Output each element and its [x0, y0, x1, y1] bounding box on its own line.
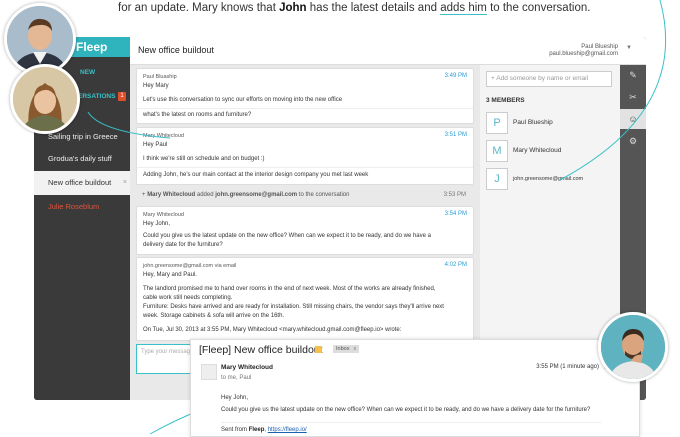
message-sender: Mary Whitecloud: [143, 133, 184, 139]
members-count-heading: 3 MEMBERS: [486, 97, 525, 104]
message-sender: john.greensome@gmail.com via email: [143, 263, 237, 269]
sidebar-item-label: Sailing trip in Greece: [48, 132, 118, 141]
gear-icon[interactable]: ⚙: [620, 131, 646, 151]
sidebar-item-new-office[interactable]: New office buildout ×: [34, 171, 130, 195]
account-header: Paul Blueship paul.blueship@gmail.com ▼: [480, 37, 646, 65]
member-item[interactable]: M Mary Whitecloud: [486, 140, 612, 167]
message-divider: [137, 167, 473, 168]
message-time[interactable]: 3:51 PM: [445, 132, 467, 138]
member-name: Paul Blueship: [513, 119, 553, 126]
message-line: Hey Mary: [143, 83, 169, 89]
email-time: 3:55 PM (1 minute ago): [536, 364, 599, 370]
man-portrait-illustration: [7, 6, 73, 72]
message-card: Mary Whitecloud 3:51 PM Hey Paul I think…: [136, 127, 474, 185]
message-line: Hey, Mary and Paul.: [143, 272, 197, 278]
member-item[interactable]: J john.greensome@gmail.com: [486, 168, 612, 195]
intro-sentence: for an update. Mary knows that John has …: [118, 0, 638, 16]
signature-link[interactable]: https://fleep.io/: [268, 427, 307, 433]
close-icon[interactable]: ×: [123, 171, 127, 195]
member-added-event: + Mary Whitecloud added john.greensome@g…: [136, 186, 474, 204]
member-name: Mary Whitecloud: [513, 147, 562, 154]
intro-underlined: adds him: [440, 2, 487, 15]
members-icon[interactable]: ☺: [620, 109, 646, 129]
sidebar-item-label: Grodua's daily stuff: [48, 154, 112, 163]
event-time: 3:53 PM: [443, 192, 466, 198]
inbox-tag-remove[interactable]: x: [353, 346, 356, 352]
intro-part3: to the conversation.: [486, 2, 591, 14]
message-line: cable work still needs completing.: [143, 295, 233, 301]
sidebar-item-julie[interactable]: Julie Roseblum: [34, 195, 130, 219]
sidebar-item-label: Julie Roseblum: [48, 202, 100, 211]
message-line: what's the latest on rooms and furniture…: [143, 112, 252, 118]
man-thinking-portrait-illustration: [601, 315, 665, 379]
email-recipients[interactable]: to me, Paul: [221, 375, 251, 381]
intro-part1: for an update. Mary knows that: [118, 2, 280, 14]
intro-part2: has the latest details and: [306, 2, 441, 14]
conversation-title: New office buildout: [130, 37, 480, 65]
account-name: Paul Blueship: [581, 44, 618, 50]
message-card: john.greensome@gmail.com via email 4:02 …: [136, 257, 474, 341]
sidebar-conversations-heading[interactable]: ERSATIONS: [78, 93, 115, 100]
message-time[interactable]: 3:54 PM: [445, 211, 467, 217]
member-name: john.greensome@gmail.com: [513, 176, 584, 182]
email-subject: [Fleep] New office buildout: [199, 344, 323, 356]
message-line-quote: On Tue, Jul 30, 2013 at 3:55 PM, Mary Wh…: [143, 327, 402, 333]
message-line: Could you give us the latest update on t…: [143, 233, 431, 239]
woman-portrait-illustration: [13, 67, 77, 131]
paperclip-icon[interactable]: ✂: [620, 87, 646, 107]
label-icon: [315, 346, 322, 353]
event-target: john.greensome@gmail.com: [215, 192, 298, 198]
member-item[interactable]: P Paul Blueship: [486, 112, 612, 139]
sidebar-item-label: New office buildout: [48, 178, 112, 187]
email-notification: [Fleep] New office buildout Inbox x Mary …: [190, 339, 640, 437]
message-line: Furniture: Desks have arrived and are re…: [143, 304, 444, 310]
message-line: I think we're still on schedule and on b…: [143, 156, 265, 162]
inbox-tag: Inbox x: [333, 345, 360, 353]
mary-profile-photo: [10, 64, 80, 134]
message-line: Hey Paul: [143, 142, 168, 148]
message-sender: Paul Bluaship: [143, 74, 177, 80]
message-line: Adding John, he's our main contact at th…: [143, 172, 369, 178]
signature-prefix: Sent from: [221, 427, 248, 433]
sidebar-item-grodua[interactable]: Grodua's daily stuff: [34, 147, 130, 171]
event-suffix: to the conversation: [298, 192, 350, 198]
message-time[interactable]: 3:49 PM: [445, 73, 467, 79]
john-profile-photo: [598, 312, 668, 382]
member-avatar: P: [486, 112, 508, 134]
inbox-tag-label: Inbox: [336, 346, 350, 352]
member-avatar: M: [486, 140, 508, 162]
sender-avatar: [201, 364, 217, 380]
event-actor: Mary Whitecloud: [147, 192, 196, 198]
message-sender: Mary Whitecloud: [143, 212, 184, 218]
message-line: delivery date for the furniture?: [143, 242, 223, 248]
message-line: Hey John,: [143, 221, 171, 227]
account-menu-caret[interactable]: ▼: [626, 45, 632, 51]
member-avatar: J: [486, 168, 508, 190]
email-divider: [221, 422, 601, 423]
message-line: week. Storage cabinets & sofa will arriv…: [143, 313, 285, 319]
add-member-input[interactable]: + Add someone by name or email: [486, 71, 612, 87]
pin-icon[interactable]: ✎: [620, 65, 646, 85]
message-line: Let's use this conversation to sync our …: [143, 97, 343, 103]
message-composer[interactable]: Type your message: [136, 344, 196, 374]
message-time[interactable]: 4:02 PM: [445, 262, 467, 268]
account-email: paul.blueship@gmail.com: [549, 51, 618, 57]
add-event-icon: +: [142, 192, 146, 198]
message-line: The landlord promised me to hand over ro…: [143, 286, 436, 292]
email-sender: Mary Whitecloud: [221, 364, 274, 371]
email-body: Could you give us the latest update on t…: [221, 407, 591, 413]
sidebar-new-button[interactable]: NEW: [80, 69, 95, 76]
unread-badge: 1: [118, 92, 126, 101]
email-signature: Sent from Fleep, https://fleep.io/: [221, 427, 307, 433]
message-card: Paul Bluaship 3:49 PM Hey Mary Let's use…: [136, 68, 474, 124]
email-greeting: Hey John,: [221, 395, 249, 401]
message-divider: [137, 108, 473, 109]
intro-bold-name: John: [279, 2, 307, 14]
message-card: Mary Whitecloud 3:54 PM Hey John, Could …: [136, 206, 474, 255]
event-text: added: [196, 192, 214, 198]
signature-brand: Fleep: [248, 427, 265, 433]
